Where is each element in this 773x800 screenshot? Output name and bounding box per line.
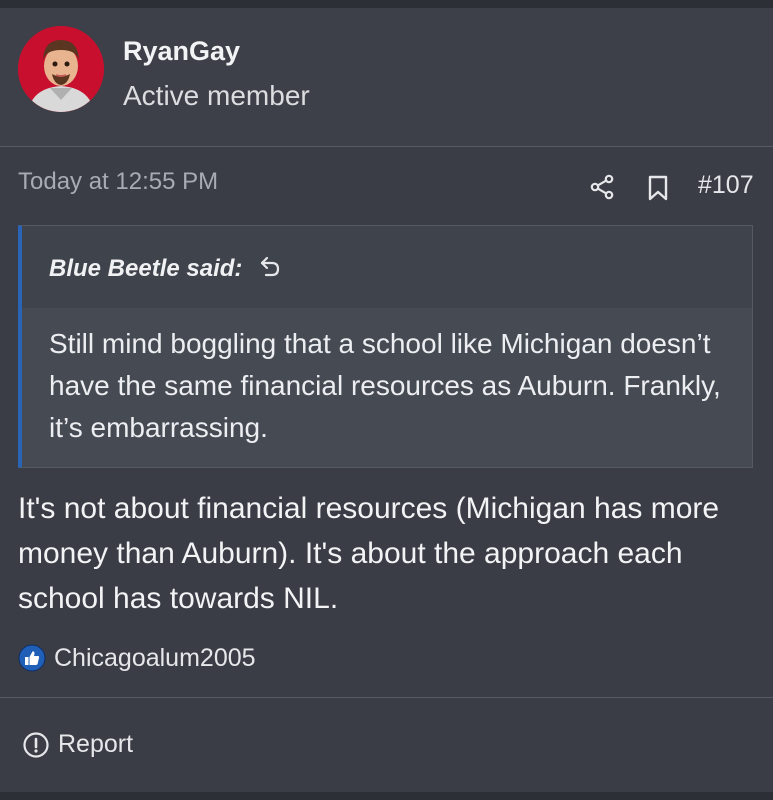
bottom-strip xyxy=(0,792,773,800)
footer-divider xyxy=(0,697,773,698)
top-strip xyxy=(0,0,773,8)
post-user-header: RyanGay Active member xyxy=(0,8,773,147)
avatar[interactable] xyxy=(18,26,104,112)
avatar-image xyxy=(18,26,104,112)
post-meta-bar: Today at 12:55 PM #107 xyxy=(0,147,773,217)
quote-author[interactable]: Blue Beetle said: xyxy=(49,255,242,283)
quote-text: Still mind boggling that a school like M… xyxy=(49,328,721,443)
report-button[interactable]: Report xyxy=(22,730,133,759)
quote-block: Blue Beetle said: Still mind boggling th… xyxy=(18,225,753,468)
report-label: Report xyxy=(58,730,134,758)
warning-circle-icon xyxy=(22,731,50,759)
user-title: Active member xyxy=(123,80,310,111)
post-number-link[interactable]: #107 xyxy=(698,171,754,200)
quote-header: Blue Beetle said: xyxy=(22,226,752,308)
post-timestamp[interactable]: Today at 12:55 PM xyxy=(18,168,218,196)
bookmark-icon[interactable] xyxy=(646,175,670,201)
username[interactable]: RyanGay xyxy=(123,36,240,67)
reactions-bar: Chicagoalum2005 xyxy=(18,640,256,676)
reaction-user-link[interactable]: Chicagoalum2005 xyxy=(54,644,256,673)
jump-to-quote-icon[interactable] xyxy=(258,254,282,278)
post-body-text: It's not about financial resources (Mich… xyxy=(18,492,720,615)
thumbs-up-icon xyxy=(18,644,46,672)
share-icon[interactable] xyxy=(588,173,616,201)
